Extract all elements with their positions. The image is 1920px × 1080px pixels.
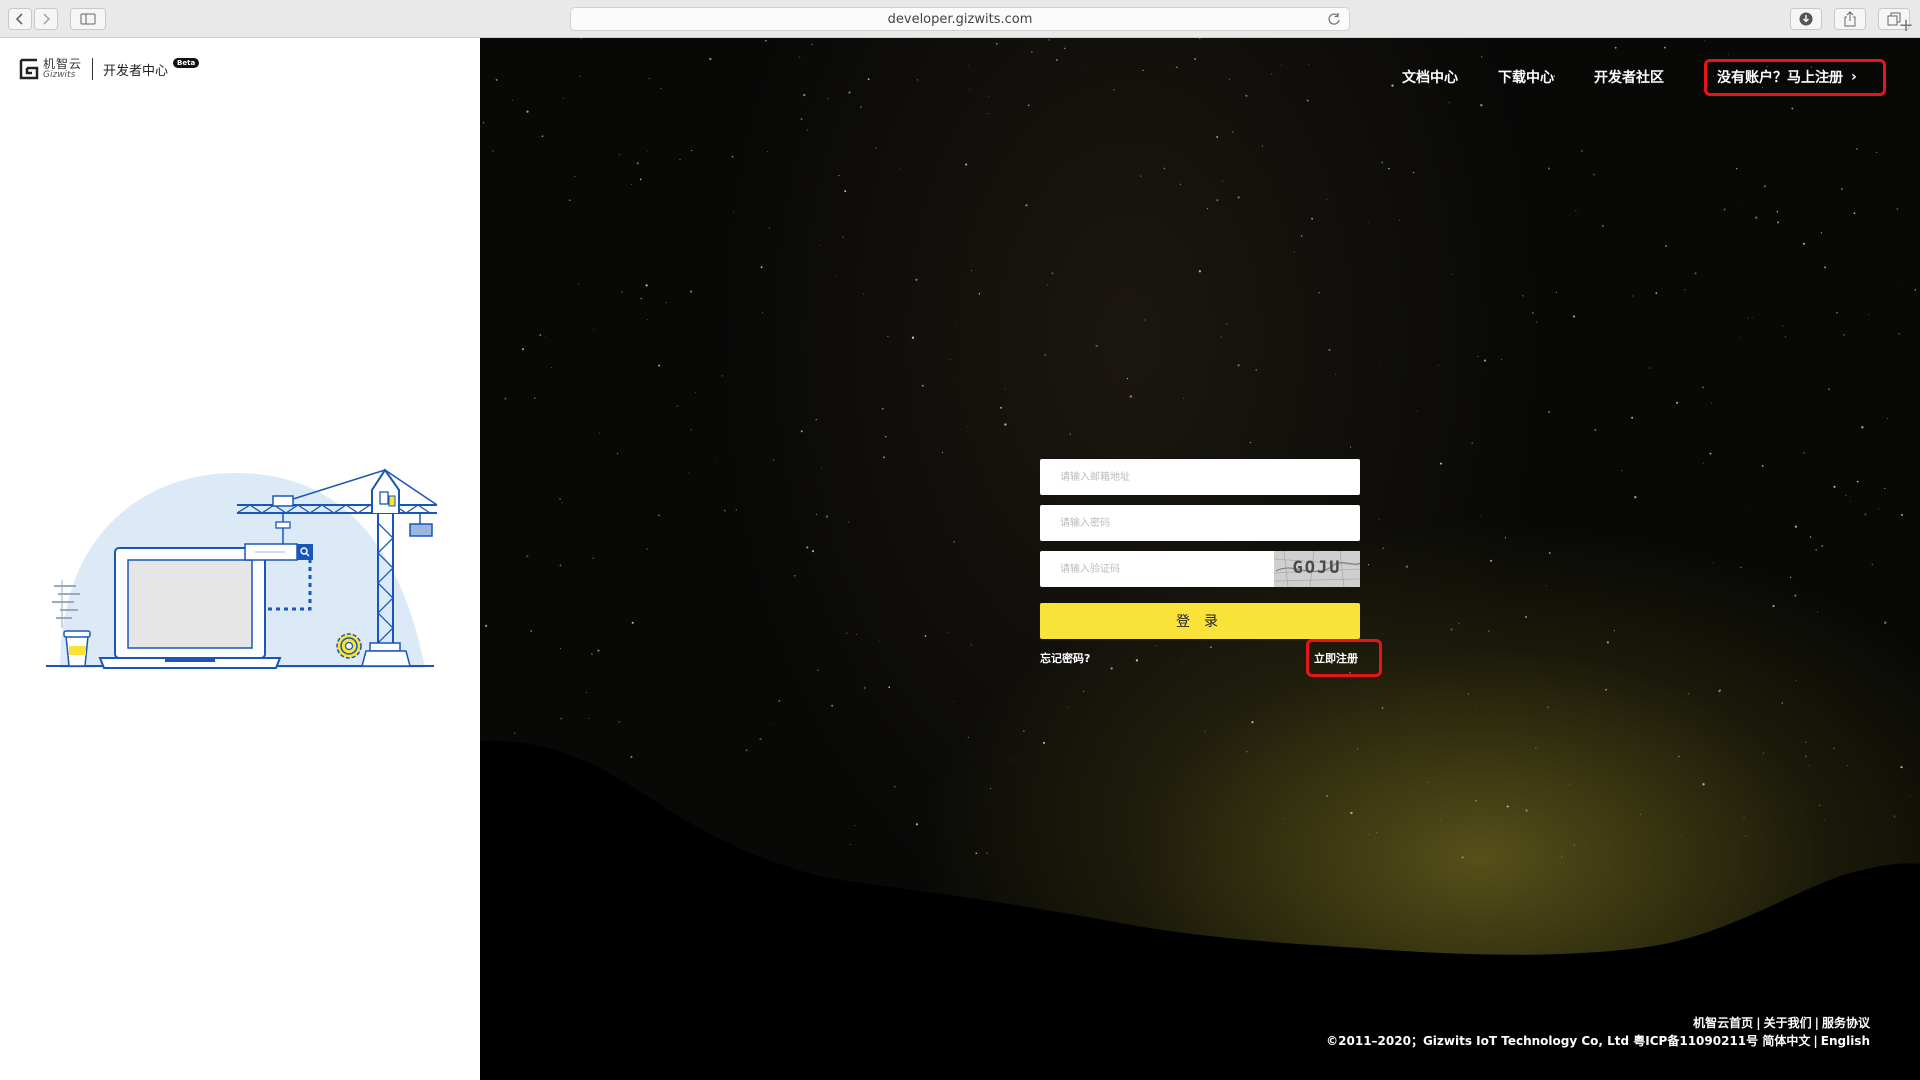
nav-community-link[interactable]: 开发者社区 [1594,67,1664,87]
register-now-link[interactable]: 立即注册 [1306,639,1382,677]
logo-en-text: Gizwits [43,70,76,80]
password-input[interactable] [1040,505,1360,541]
nav-docs-link[interactable]: 文档中心 [1402,67,1458,87]
captcha-field-wrapper: GOJU [1040,551,1360,587]
right-panel: 文档中心 下载中心 开发者社区 没有账户？马上注册 › GOJU [480,38,1920,1080]
construction-illustration [46,468,438,669]
address-bar[interactable]: developer.gizwits.com [570,7,1350,31]
footer-home-link[interactable]: 机智云首页 [1693,1016,1753,1030]
sidebar-toggle-button[interactable] [70,8,106,30]
password-field-wrapper [1040,505,1360,541]
downloads-button[interactable] [1790,8,1822,30]
footer-copyright-row: ©2011–2020；Gizwits IoT Technology Co, Lt… [1326,1032,1870,1050]
register-now-label: 立即注册 [1314,652,1358,665]
forgot-password-link[interactable]: 忘记密码? [1040,650,1090,666]
footer-lang-en-link[interactable]: English [1821,1034,1870,1048]
chevron-right-icon [43,13,51,25]
footer: 机智云首页 | 关于我们 | 服务协议 ©2011–2020；Gizwits IoT T… [1326,1014,1870,1050]
email-input[interactable] [1040,459,1360,495]
logo-divider [92,58,94,80]
register-cta-label: 没有账户？马上注册 [1717,70,1843,86]
download-icon [1799,12,1813,26]
logo-cn-text: 机智云 [43,57,83,71]
footer-separator: | [1813,1034,1818,1048]
footer-separator: | [1814,1016,1819,1030]
chevron-left-icon [15,13,23,25]
chevron-right-icon: › [1851,69,1857,85]
email-field-wrapper [1040,459,1360,495]
footer-lang-cn-link[interactable]: 简体中文 [1762,1034,1810,1048]
captcha-image[interactable]: GOJU [1274,551,1360,587]
share-icon [1844,11,1856,27]
login-form: GOJU 登录 忘记密码? 立即注册 [1040,459,1382,677]
login-button[interactable]: 登录 [1040,603,1360,639]
top-nav: 文档中心 下载中心 开发者社区 没有账户？马上注册 › [1402,58,1920,96]
captcha-noise: GOJU [1274,551,1360,587]
sidebar-icon [80,13,96,25]
captcha-input[interactable] [1040,551,1270,587]
footer-terms-link[interactable]: 服务协议 [1822,1016,1870,1030]
captcha-text: GOJU [1293,558,1342,578]
footer-copyright: ©2011–2020；Gizwits IoT Technology Co, Lt… [1326,1034,1759,1048]
left-panel: 机智云 Gizwits 开发者中心 Beta [0,38,480,1080]
new-tab-button[interactable]: + [1892,10,1920,40]
beta-badge: Beta [173,58,200,68]
plus-icon: + [1898,14,1914,36]
back-button[interactable] [8,8,32,30]
register-cta-link[interactable]: 没有账户？马上注册 › [1704,58,1886,96]
brand-logo[interactable]: 机智云 Gizwits 开发者中心 Beta [19,57,200,80]
browser-toolbar: developer.gizwits.com + [0,0,1920,38]
forward-button[interactable] [34,8,58,30]
gizwits-logo-icon [19,58,39,80]
footer-links-row: 机智云首页 | 关于我们 | 服务协议 [1326,1014,1870,1032]
reload-icon[interactable] [1327,12,1341,26]
dev-center-title: 开发者中心 [103,63,169,79]
footer-about-link[interactable]: 关于我们 [1764,1016,1812,1030]
share-button[interactable] [1834,8,1866,30]
footer-separator: | [1756,1016,1761,1030]
form-links: 忘记密码? 立即注册 [1040,639,1382,677]
url-text: developer.gizwits.com [887,11,1033,27]
nav-downloads-link[interactable]: 下载中心 [1498,67,1554,87]
